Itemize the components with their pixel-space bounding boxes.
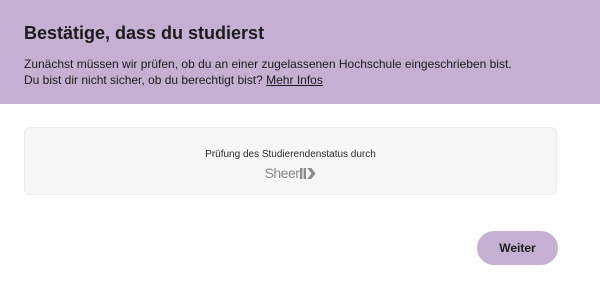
sheerid-id-mark-icon (300, 168, 317, 179)
verification-label: Prüfung des Studierendenstatus durch (205, 149, 376, 160)
header-banner: Bestätige, dass du studierst Zunächst mü… (0, 0, 600, 104)
page-title: Bestätige, dass du studierst (24, 23, 265, 43)
more-info-link[interactable]: Mehr Infos (266, 73, 323, 87)
next-button[interactable]: Weiter (477, 231, 558, 265)
sheerid-logo: Sheer (25, 164, 556, 182)
description-line-1: Zunächst müssen wir prüfen, ob du an ein… (24, 57, 512, 71)
eligibility-question: Du bist dir nicht sicher, ob du berechti… (24, 73, 263, 87)
verification-card: Prüfung des Studierendenstatus durch She… (24, 127, 557, 195)
sheerid-logo-text: Sheer (264, 165, 300, 181)
description: Zunächst müssen wir prüfen, ob du an ein… (24, 56, 512, 88)
description-line-2: Du bist dir nicht sicher, ob du berechti… (24, 72, 512, 88)
